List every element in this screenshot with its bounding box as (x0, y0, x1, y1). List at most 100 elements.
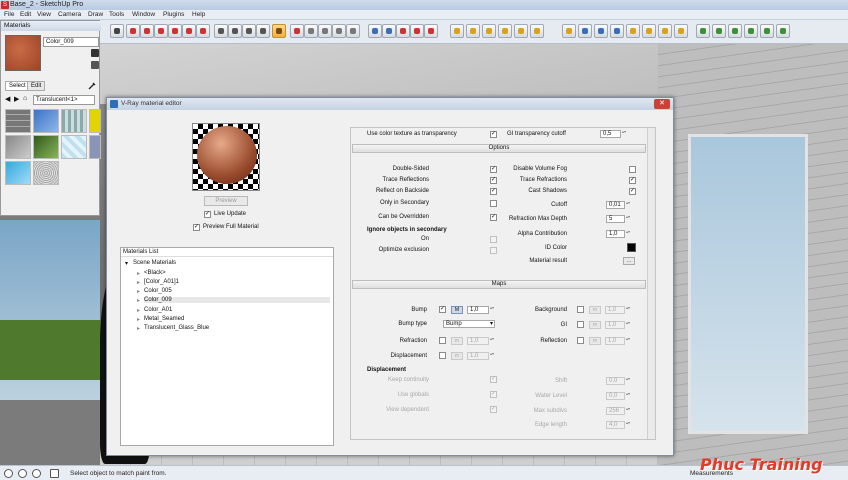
vray-infinite-plane-icon[interactable] (712, 24, 726, 38)
refraction-map-button[interactable]: m (451, 337, 463, 345)
material-thumb-violet[interactable] (89, 135, 101, 159)
ignore-secondary-on-checkbox[interactable] (490, 236, 497, 243)
cutoff-spinner[interactable]: 0,01 (606, 201, 631, 209)
vray-material-editor-icon[interactable] (562, 24, 576, 38)
offset-tool-icon[interactable] (196, 24, 210, 38)
gi-amount-spinner[interactable]: 1,0 (605, 321, 631, 329)
can-be-overridden-checkbox[interactable]: ✓ (490, 214, 497, 221)
vray-dome-light-icon[interactable] (530, 24, 544, 38)
pan-tool-icon[interactable] (304, 24, 318, 38)
material-name-field[interactable]: Color_009 (43, 37, 99, 47)
vray-sphere-light-icon[interactable] (482, 24, 496, 38)
displacement-map-button[interactable]: m (451, 352, 463, 360)
material-thumb-light-glass[interactable] (61, 135, 87, 159)
tree-collapse-icon[interactable]: ▸ (137, 279, 140, 286)
material-thumb-tiles[interactable] (5, 109, 31, 133)
vray-options-icon[interactable] (578, 24, 592, 38)
help-icon[interactable] (50, 469, 59, 478)
background-checkbox[interactable] (577, 306, 584, 313)
list-item[interactable]: Metal_Seamed (144, 316, 184, 322)
protractor-icon[interactable] (242, 24, 256, 38)
dimension-icon[interactable] (228, 24, 242, 38)
tab-edit[interactable]: Edit (27, 81, 46, 91)
view-dependent-checkbox[interactable]: ✓ (490, 406, 497, 413)
optimize-exclusion-checkbox[interactable] (490, 247, 497, 254)
only-in-secondary-checkbox[interactable] (490, 200, 497, 207)
credits-icon[interactable] (18, 469, 27, 478)
shift-spinner[interactable]: 0,0 (606, 377, 631, 385)
vray-ies-light-icon[interactable] (514, 24, 528, 38)
list-item-selected[interactable]: Color_009 (144, 297, 330, 303)
tab-select[interactable]: Select (5, 81, 30, 91)
use-color-texture-checkbox[interactable]: ✓ (490, 131, 497, 138)
bump-checkbox[interactable]: ✓ (439, 306, 446, 313)
bump-amount-spinner[interactable]: 1,0 (467, 306, 495, 314)
user-icon[interactable] (32, 469, 41, 478)
cast-shadows-checkbox[interactable]: ✓ (629, 188, 636, 195)
iso-view-icon[interactable] (368, 24, 382, 38)
menu-file[interactable]: File (4, 11, 14, 18)
menu-window[interactable]: Window (132, 11, 155, 18)
front-view-icon[interactable] (396, 24, 410, 38)
reflect-on-backside-checkbox[interactable]: ✓ (490, 188, 497, 195)
collection-select[interactable]: Translucent<1> (33, 95, 95, 105)
menu-draw[interactable]: Draw (88, 11, 103, 18)
tape-measure-icon[interactable] (214, 24, 228, 38)
preview-full-material-checkbox[interactable]: ✓ (193, 224, 200, 231)
select-tool-icon[interactable] (110, 24, 124, 38)
bump-type-select[interactable]: Bump (443, 320, 495, 328)
vray-fur-icon[interactable] (728, 24, 742, 38)
tree-expand-icon[interactable]: ▾ (125, 260, 128, 267)
menu-plugins[interactable]: Plugins (163, 11, 184, 18)
gi-checkbox[interactable] (577, 321, 584, 328)
trace-refractions-checkbox[interactable]: ✓ (629, 177, 636, 184)
top-view-icon[interactable] (382, 24, 396, 38)
right-view-icon[interactable] (410, 24, 424, 38)
material-thumb-stripes[interactable] (61, 109, 87, 133)
trace-reflections-checkbox[interactable]: ✓ (490, 177, 497, 184)
zoom-window-icon[interactable] (332, 24, 346, 38)
paint-bucket-icon[interactable] (272, 24, 286, 38)
double-sided-checkbox[interactable]: ✓ (490, 166, 497, 173)
vray-light-icon[interactable] (450, 24, 464, 38)
live-update-checkbox[interactable]: ✓ (204, 211, 211, 218)
zoom-extents-icon[interactable] (346, 24, 360, 38)
displacement-amount-spinner[interactable]: 1,0 (467, 352, 495, 360)
reflection-checkbox[interactable] (577, 337, 584, 344)
menu-view[interactable]: View (37, 11, 51, 18)
material-thumb-green[interactable] (33, 135, 59, 159)
properties-scrollbar[interactable] (647, 128, 655, 439)
vray-batch-render-icon[interactable] (642, 24, 656, 38)
eyedropper-icon[interactable] (87, 81, 97, 91)
maps-section-header[interactable]: Maps (352, 280, 646, 289)
material-swatch[interactable] (5, 35, 41, 71)
reflection-amount-spinner[interactable]: 1,0 (605, 337, 631, 345)
refraction-amount-spinner[interactable]: 1,0 (467, 337, 495, 345)
water-level-spinner[interactable]: 0,0 (606, 392, 631, 400)
vray-proxy-icon[interactable] (674, 24, 688, 38)
default-material-icon[interactable] (91, 61, 99, 69)
follow-me-icon[interactable] (168, 24, 182, 38)
refraction-max-depth-spinner[interactable]: 5 (606, 215, 631, 223)
material-thumb-sky-blue[interactable] (5, 161, 31, 185)
background-amount-spinner[interactable]: 1,0 (605, 306, 631, 314)
vray-rt-render-icon[interactable] (610, 24, 624, 38)
zoom-tool-icon[interactable] (318, 24, 332, 38)
list-item[interactable]: Color_005 (144, 288, 172, 294)
bump-map-button[interactable]: M (451, 306, 463, 314)
close-icon[interactable]: ✕ (654, 99, 670, 109)
material-thumb-stucco[interactable] (33, 161, 59, 185)
preview-button[interactable]: Preview (204, 196, 248, 206)
refraction-checkbox[interactable] (439, 337, 446, 344)
list-item[interactable]: Translucent_Glass_Blue (144, 325, 209, 331)
tree-collapse-icon[interactable]: ▸ (137, 270, 140, 277)
scene-materials-node[interactable]: Scene Materials (133, 260, 176, 266)
menu-edit[interactable]: Edit (20, 11, 31, 18)
back-view-icon[interactable] (424, 24, 438, 38)
move-tool-icon[interactable] (126, 24, 140, 38)
menu-camera[interactable]: Camera (58, 11, 81, 18)
vray-render-icon[interactable] (594, 24, 608, 38)
scale-tool-icon[interactable] (182, 24, 196, 38)
vray-import-icon[interactable] (776, 24, 790, 38)
use-globals-checkbox[interactable]: ✓ (490, 391, 497, 398)
